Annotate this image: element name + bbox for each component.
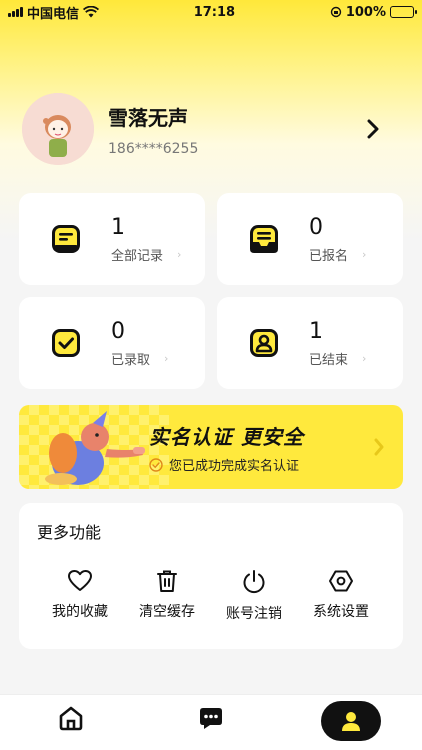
more-functions-title: 更多功能: [37, 523, 102, 542]
profile-header[interactable]: 雪落无声 186****6255: [22, 93, 402, 165]
banner-subtitle: 您已成功完成实名认证: [169, 459, 300, 474]
tab-messages[interactable]: [198, 705, 224, 735]
tab-me[interactable]: [321, 701, 381, 741]
avatar[interactable]: [22, 93, 94, 165]
function-label: 系统设置: [313, 604, 369, 620]
carrier-label: 中国电信: [27, 6, 80, 22]
stat-count: 0: [111, 318, 125, 344]
stat-card-admitted[interactable]: 0 已录取 ›: [19, 297, 205, 389]
more-functions-card: 更多功能 我的收藏 清空缓存 账号注销 系统设置: [19, 503, 403, 649]
favorites-button[interactable]: 我的收藏: [40, 569, 120, 621]
user-icon: [342, 712, 360, 731]
signal-icon: [8, 7, 23, 17]
chevron-right-icon: ›: [362, 351, 367, 365]
check-circle-icon: [149, 457, 163, 472]
wifi-icon: [83, 6, 100, 18]
function-label: 账号注销: [226, 606, 282, 622]
function-label: 清空缓存: [139, 604, 195, 620]
stat-count: 0: [309, 214, 323, 240]
trash-icon: [157, 570, 177, 592]
settings-icon: [329, 570, 353, 592]
chevron-right-icon: [374, 438, 384, 456]
power-icon: [243, 570, 265, 594]
profile-name: 雪落无声: [108, 105, 188, 130]
stat-label: 已录取: [111, 352, 151, 368]
home-icon: [59, 706, 83, 731]
battery-percent: 100%: [345, 4, 386, 20]
tab-home[interactable]: [58, 705, 84, 735]
system-settings-button[interactable]: 系统设置: [301, 569, 381, 621]
mascot-illustration: [45, 411, 145, 485]
stat-count: 1: [309, 318, 323, 344]
admitted-icon: [52, 329, 80, 357]
stat-card-registered[interactable]: 0 已报名 ›: [217, 193, 403, 285]
stat-card-ended[interactable]: 1 已结束 ›: [217, 297, 403, 389]
stat-label: 已报名: [309, 248, 349, 264]
clock: 17:18: [193, 4, 236, 20]
stat-label: 全部记录: [111, 248, 164, 264]
stat-card-all-records[interactable]: 1 全部记录 ›: [19, 193, 205, 285]
battery-icon: [389, 6, 417, 18]
real-name-verification-banner[interactable]: 实名认证 更安全 您已成功完成实名认证: [19, 405, 403, 489]
bottom-tab-bar: [0, 694, 422, 750]
message-icon: [200, 708, 222, 729]
profile-phone: 186****6255: [108, 140, 199, 157]
records-icon: [52, 225, 80, 253]
registered-icon: [250, 225, 278, 253]
stat-count: 1: [111, 214, 125, 240]
chevron-right-icon: ›: [164, 351, 169, 365]
ended-icon: [250, 329, 278, 357]
chevron-right-icon: ›: [177, 247, 182, 261]
banner-title: 实名认证 更安全: [149, 425, 304, 449]
chevron-right-icon: ›: [362, 247, 367, 261]
chevron-right-icon[interactable]: [364, 118, 382, 140]
stat-label: 已结束: [309, 352, 349, 368]
status-bar: 中国电信 17:18 100%: [0, 0, 422, 24]
clear-cache-button[interactable]: 清空缓存: [127, 569, 207, 621]
heart-icon: [68, 570, 92, 591]
function-label: 我的收藏: [52, 604, 108, 620]
orientation-lock-icon: [330, 6, 342, 18]
cancel-account-button[interactable]: 账号注销: [214, 569, 294, 623]
